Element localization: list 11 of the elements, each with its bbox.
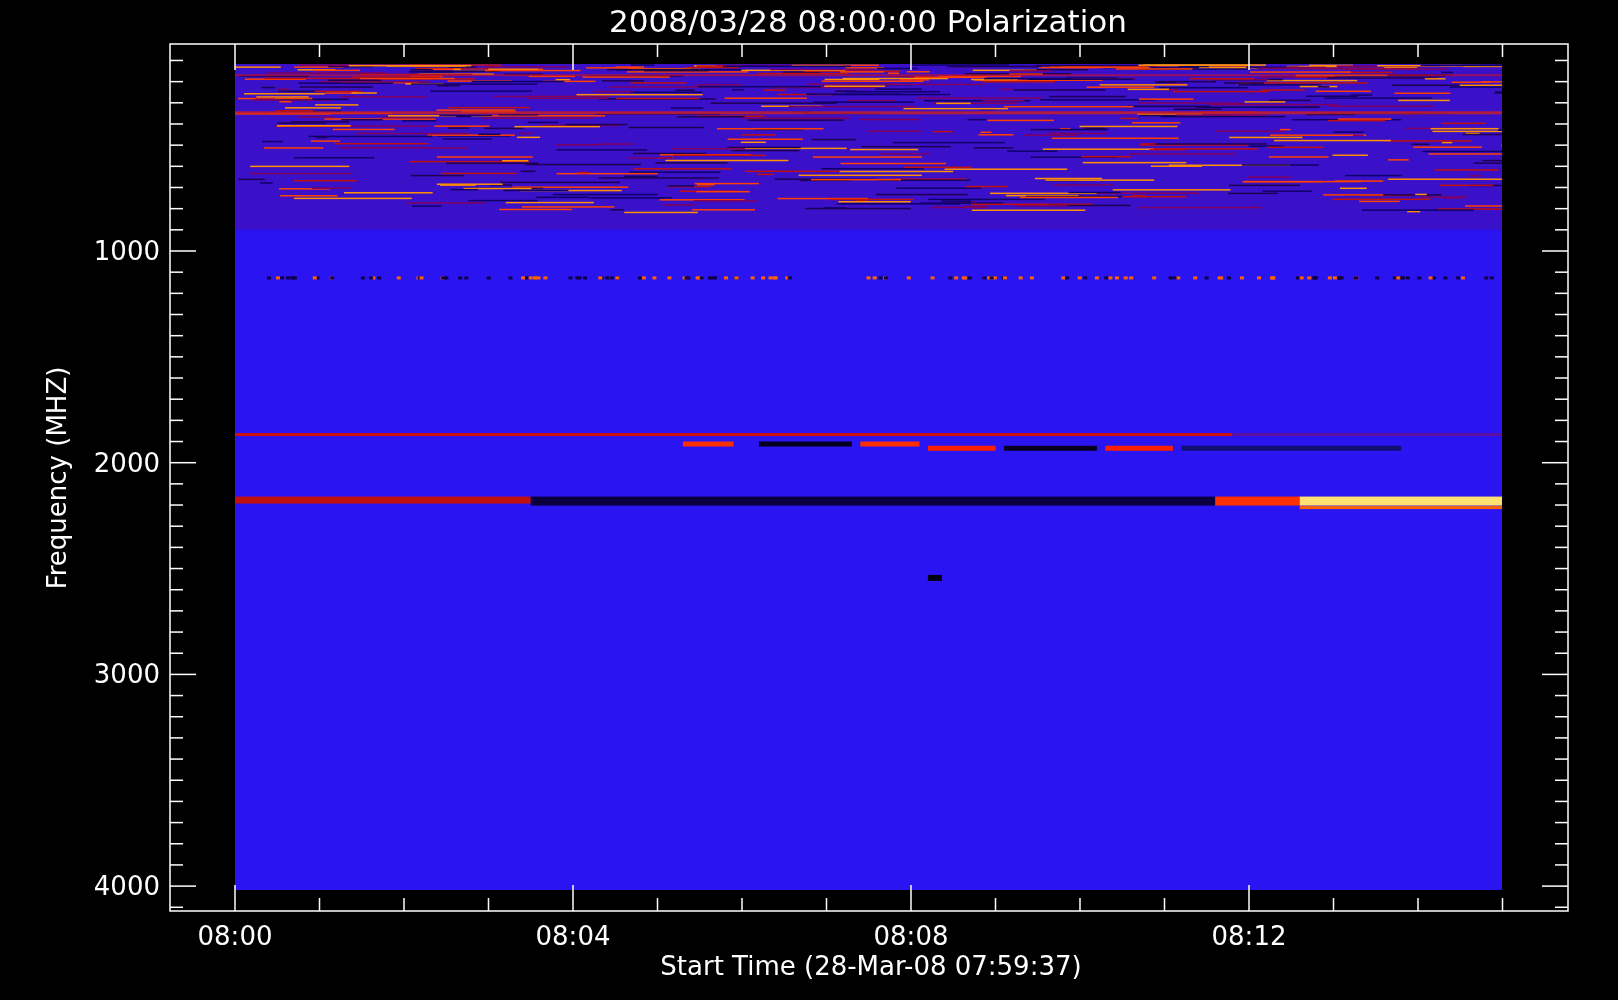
y-tick-label: 3000 [93,659,160,690]
x-tick-label: 08:00 [197,921,273,951]
x-tick-label: 08:12 [1211,921,1287,951]
y-tick-label: 2000 [93,447,160,478]
y-tick-label: 4000 [93,871,160,902]
x-axis-label: Start Time (28-Mar-08 07:59:37) [660,951,1082,981]
x-tick-label: 08:08 [873,921,949,951]
x-tick-label: 08:04 [535,921,611,951]
y-axis-label: Frequency (MHZ) [42,366,72,590]
chart-title: 2008/03/28 08:00:00 Polarization [609,3,1127,39]
y-tick-label: 1000 [93,236,160,266]
